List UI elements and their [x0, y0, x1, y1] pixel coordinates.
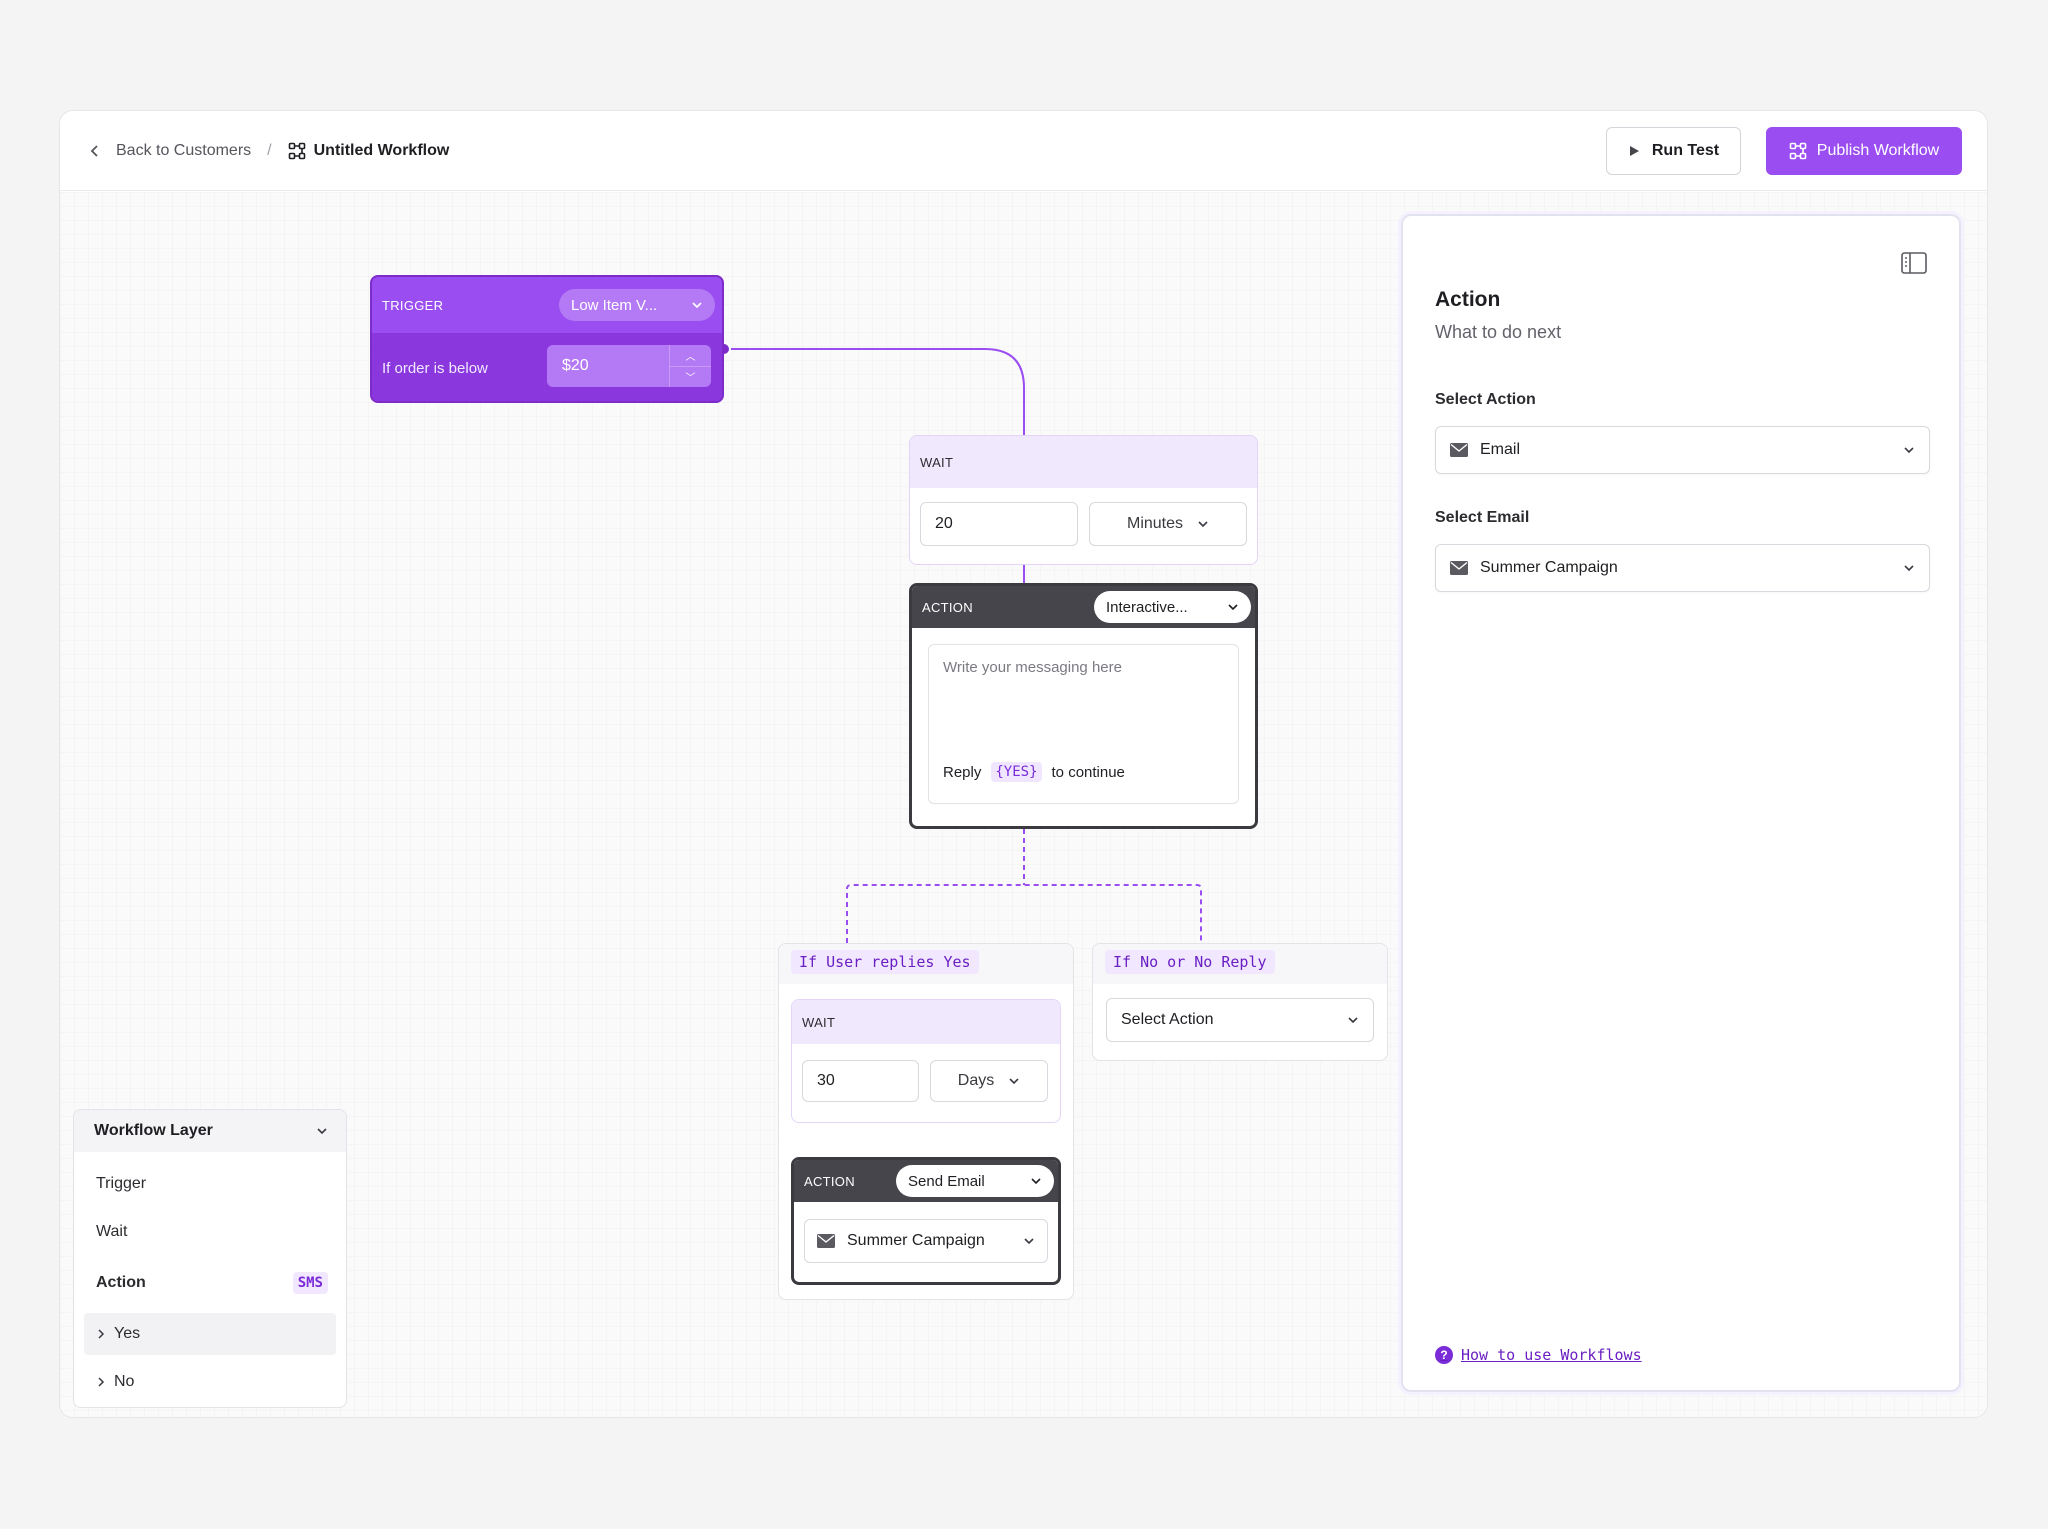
layer-item-yes[interactable]: Yes [84, 1313, 336, 1355]
workflow-layer-title: Workflow Layer [94, 1122, 213, 1139]
reply-token: {YES} [991, 762, 1042, 782]
chevron-down-icon [1009, 1078, 1019, 1085]
yes-action-node[interactable]: ACTION Send Email Summer Campaign [791, 1157, 1061, 1285]
trigger-condition-label: If order is below [382, 359, 488, 377]
yes-wait-node[interactable]: WAIT 30 Days [791, 999, 1061, 1123]
chevron-down-icon [1228, 604, 1238, 611]
chevron-down-icon [317, 1128, 327, 1135]
yes-wait-duration-input[interactable]: 30 [802, 1060, 919, 1102]
message-placeholder: Write your messaging here [943, 659, 1122, 676]
layer-item-label: Action [96, 1274, 146, 1291]
breadcrumb: Back to Customers / Untitled Workflow [88, 111, 449, 191]
chevron-down-icon [1031, 1178, 1041, 1185]
sidebar-toggle-icon[interactable] [1901, 252, 1927, 274]
amount-stepper: ︿ ﹀ [669, 345, 711, 387]
help-link[interactable]: ? How to use Workflows [1435, 1346, 1642, 1364]
yes-wait-unit-value: Days [957, 1072, 995, 1089]
chevron-down-icon [1904, 565, 1914, 572]
breadcrumb-separator: / [267, 142, 272, 159]
layer-item-trigger[interactable]: Trigger [84, 1163, 336, 1205]
chevron-down-icon [1904, 447, 1914, 454]
select-email-label: Select Email [1435, 509, 1530, 526]
panel-title: Action [1435, 288, 1501, 311]
wait-duration-input[interactable]: 20 [920, 502, 1078, 546]
top-bar: Back to Customers / Untitled Workflow Ru… [60, 111, 1987, 191]
chevron-left-icon [90, 145, 98, 157]
run-test-button[interactable]: Run Test [1606, 127, 1741, 175]
publish-label: Publish Workflow [1816, 142, 1940, 159]
trigger-event-value: Low Item V... [571, 296, 658, 314]
yes-action-type-select[interactable]: Send Email [896, 1165, 1054, 1197]
message-textarea[interactable]: Write your messaging here Reply {YES} to… [928, 644, 1239, 804]
action-settings-panel: Action What to do next Select Action Ema… [1401, 214, 1961, 1392]
action-node[interactable]: ACTION Interactive... Write your messagi… [909, 583, 1258, 829]
chevron-down-icon [1348, 1017, 1358, 1024]
yes-action-type-value: Send Email [908, 1172, 985, 1190]
back-link-label: Back to Customers [116, 142, 252, 159]
trigger-amount-value: $20 [562, 357, 589, 374]
run-test-label: Run Test [1651, 142, 1720, 159]
panel-subtitle: What to do next [1435, 322, 1562, 342]
action-type-value: Interactive... [1106, 598, 1188, 616]
select-email-dropdown[interactable]: Summer Campaign [1435, 544, 1930, 592]
layer-item-no[interactable]: No [84, 1361, 336, 1403]
select-email-value: Summer Campaign [1480, 559, 1618, 576]
branch-no: If No or No Reply Select Action [1092, 943, 1388, 1061]
wait-unit-select[interactable]: Minutes [1089, 502, 1247, 546]
select-action-label: Select Action [1435, 391, 1536, 408]
trigger-label: TRIGGER [382, 297, 444, 313]
wait-unit-value: Minutes [1126, 515, 1184, 532]
chevron-right-icon [98, 1329, 105, 1339]
reply-prefix: Reply [943, 763, 982, 781]
help-link-text: How to use Workflows [1461, 1346, 1642, 1364]
app-window: Back to Customers / Untitled Workflow Ru… [59, 110, 1988, 1418]
help-icon: ? [1435, 1346, 1453, 1364]
trigger-amount-field[interactable]: $20 ︿ ﹀ [547, 345, 711, 387]
trigger-event-select[interactable]: Low Item V... [559, 289, 715, 321]
workflow-canvas[interactable]: TRIGGER If order is below Low Item V... … [60, 192, 1987, 1417]
chevron-down-icon [692, 302, 702, 309]
chevron-down-icon [1198, 521, 1208, 528]
layer-item-label: Yes [114, 1325, 141, 1342]
publish-workflow-button[interactable]: Publish Workflow [1766, 127, 1962, 175]
mail-icon [1450, 561, 1468, 575]
yes-wait-label: WAIT [792, 1000, 1060, 1044]
workflow-layer-panel: Workflow Layer Trigger Wait Action SMS Y… [73, 1109, 347, 1408]
layer-item-label: Wait [96, 1223, 128, 1240]
workflow-icon [288, 142, 305, 160]
workflow-title: Untitled Workflow [288, 142, 450, 160]
branch-no-title: If No or No Reply [1105, 950, 1275, 974]
branch-yes-title: If User replies Yes [791, 950, 979, 974]
sms-badge: SMS [292, 1272, 328, 1294]
reply-suffix: to continue [1051, 763, 1125, 781]
mail-icon [817, 1234, 835, 1248]
chevron-right-icon [98, 1377, 105, 1387]
workflow-icon [1789, 142, 1807, 160]
stepper-down-icon[interactable]: ﹀ [670, 365, 711, 388]
layer-item-action[interactable]: Action SMS [84, 1262, 336, 1304]
workflow-layer-toggle[interactable]: Workflow Layer [74, 1110, 346, 1152]
trigger-node[interactable]: TRIGGER If order is below Low Item V... … [370, 275, 724, 403]
yes-wait-unit-select[interactable]: Days [930, 1060, 1048, 1102]
yes-email-select[interactable]: Summer Campaign [804, 1219, 1048, 1263]
layer-item-wait[interactable]: Wait [84, 1211, 336, 1253]
play-icon [1629, 146, 1639, 156]
action-type-select[interactable]: Interactive... [1094, 591, 1251, 623]
wait-label: WAIT [910, 436, 1257, 488]
yes-email-value: Summer Campaign [847, 1232, 985, 1249]
branch-no-action-select[interactable]: Select Action [1106, 998, 1374, 1042]
workflow-title-text: Untitled Workflow [313, 142, 450, 159]
branch-yes: If User replies Yes WAIT 30 Days ACTION … [778, 943, 1074, 1300]
back-link[interactable]: Back to Customers [88, 142, 251, 160]
layer-item-label: No [114, 1373, 135, 1390]
layer-item-label: Trigger [96, 1175, 147, 1192]
chevron-down-icon [1024, 1238, 1034, 1245]
stepper-up-icon[interactable]: ︿ [670, 345, 711, 366]
select-action-value: Email [1480, 441, 1521, 458]
mail-icon [1450, 443, 1468, 457]
reply-instruction: Reply {YES} to continue [943, 762, 1125, 782]
branch-no-select-value: Select Action [1121, 1011, 1214, 1028]
wait-node[interactable]: WAIT 20 Minutes [909, 435, 1258, 565]
select-action-dropdown[interactable]: Email [1435, 426, 1930, 474]
